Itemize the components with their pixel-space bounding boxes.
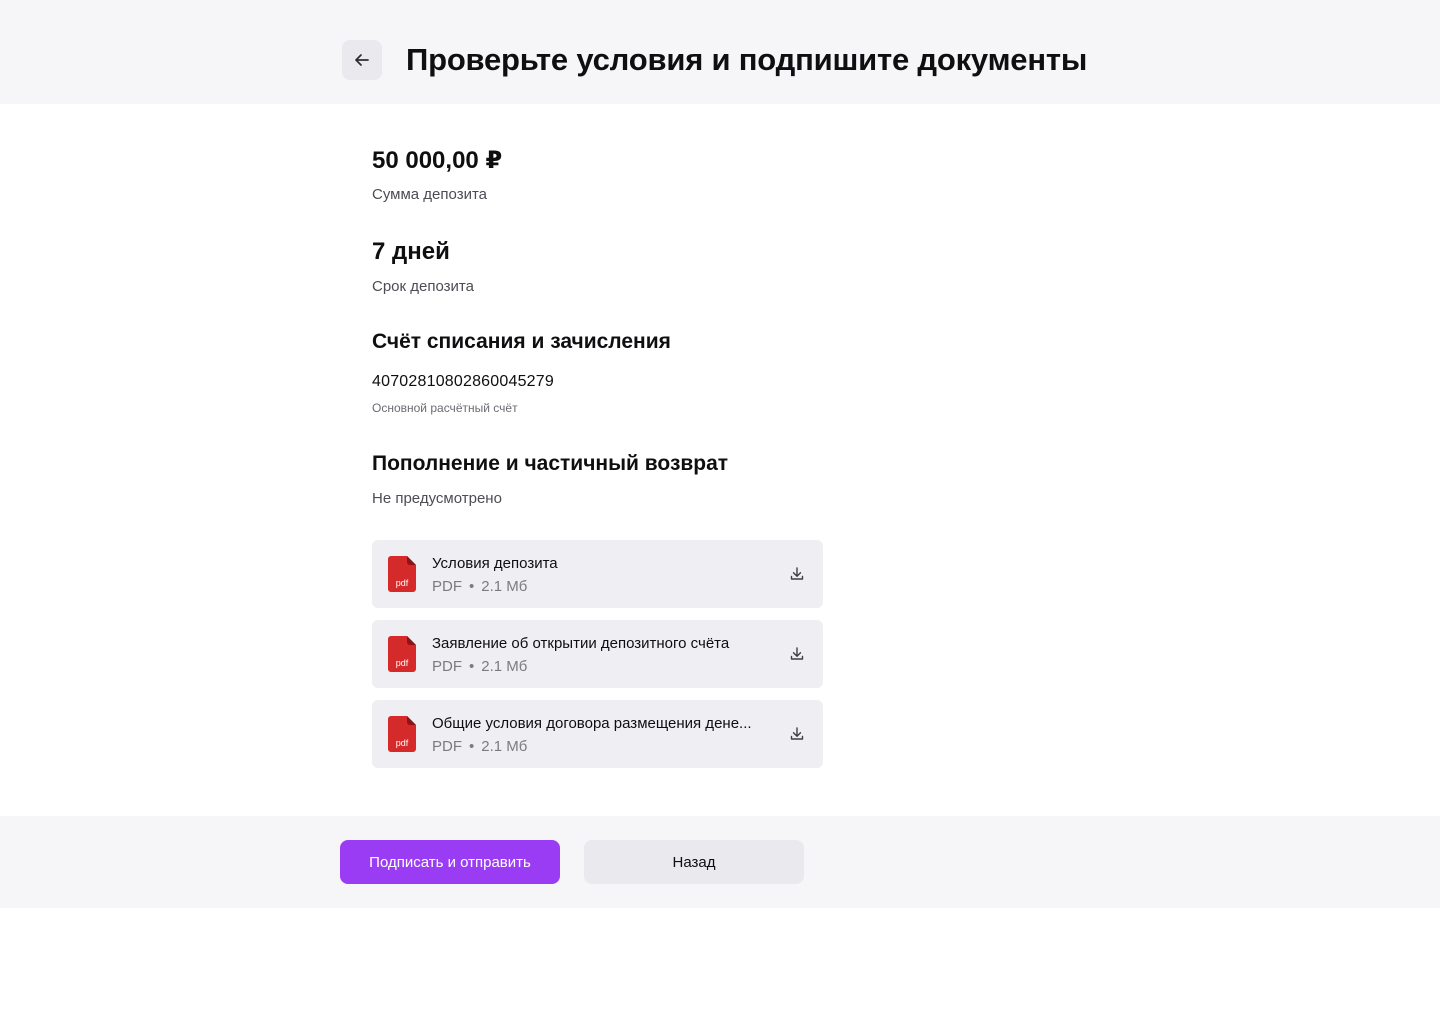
document-size: 2.1 Мб bbox=[481, 578, 528, 595]
document-title: Общие условия договора размещения дене..… bbox=[432, 715, 752, 732]
sign-and-send-button[interactable]: Подписать и отправить bbox=[340, 840, 560, 884]
document-format: PDF bbox=[432, 578, 462, 595]
pdf-file-icon: pdf bbox=[388, 636, 416, 672]
pdf-file-icon: pdf bbox=[388, 716, 416, 752]
document-size: 2.1 Мб bbox=[481, 658, 528, 675]
pdf-file-icon: pdf bbox=[388, 556, 416, 592]
pdf-icon-label: pdf bbox=[396, 578, 409, 588]
download-icon[interactable] bbox=[787, 724, 807, 744]
document-title: Условия депозита bbox=[432, 555, 558, 572]
download-icon[interactable] bbox=[787, 644, 807, 664]
document-meta: PDF • 2.1 Мб bbox=[432, 738, 527, 755]
account-type: Основной расчётный счёт bbox=[372, 401, 518, 415]
meta-separator: • bbox=[469, 738, 475, 755]
document-size: 2.1 Мб bbox=[481, 738, 528, 755]
document-card[interactable]: pdf Заявление об открытии депозитного сч… bbox=[372, 620, 823, 688]
meta-separator: • bbox=[469, 578, 475, 595]
account-number: 40702810802860045279 bbox=[372, 373, 554, 390]
document-card[interactable]: pdf Условия депозита PDF • 2.1 Мб bbox=[372, 540, 823, 608]
meta-separator: • bbox=[469, 658, 475, 675]
back-arrow-button[interactable] bbox=[342, 40, 382, 80]
document-card[interactable]: pdf Общие условия договора размещения де… bbox=[372, 700, 823, 768]
document-title: Заявление об открытии депозитного счёта bbox=[432, 635, 730, 652]
deposit-term: 7 дней bbox=[372, 238, 450, 265]
deposit-term-label: Срок депозита bbox=[372, 278, 474, 295]
back-button[interactable]: Назад bbox=[584, 840, 804, 884]
action-footer: Подписать и отправить Назад bbox=[0, 816, 1440, 908]
download-icon[interactable] bbox=[787, 564, 807, 584]
arrow-left-icon bbox=[355, 54, 369, 66]
document-format: PDF bbox=[432, 738, 462, 755]
page-title: Проверьте условия и подпишите документы bbox=[406, 42, 1088, 77]
document-format: PDF bbox=[432, 658, 462, 675]
replenishment-value: Не предусмотрено bbox=[372, 490, 502, 507]
account-section-title: Счёт списания и зачисления bbox=[372, 330, 671, 353]
pdf-icon-label: pdf bbox=[396, 658, 409, 668]
page-header: Проверьте условия и подпишите документы bbox=[0, 0, 1440, 104]
deposit-amount-label: Сумма депозита bbox=[372, 186, 487, 203]
deposit-amount: 50 000,00 ₽ bbox=[372, 147, 503, 174]
pdf-icon-label: pdf bbox=[396, 738, 409, 748]
document-meta: PDF • 2.1 Мб bbox=[432, 578, 527, 595]
document-meta: PDF • 2.1 Мб bbox=[432, 658, 527, 675]
replenishment-section-title: Пополнение и частичный возврат bbox=[372, 452, 729, 475]
